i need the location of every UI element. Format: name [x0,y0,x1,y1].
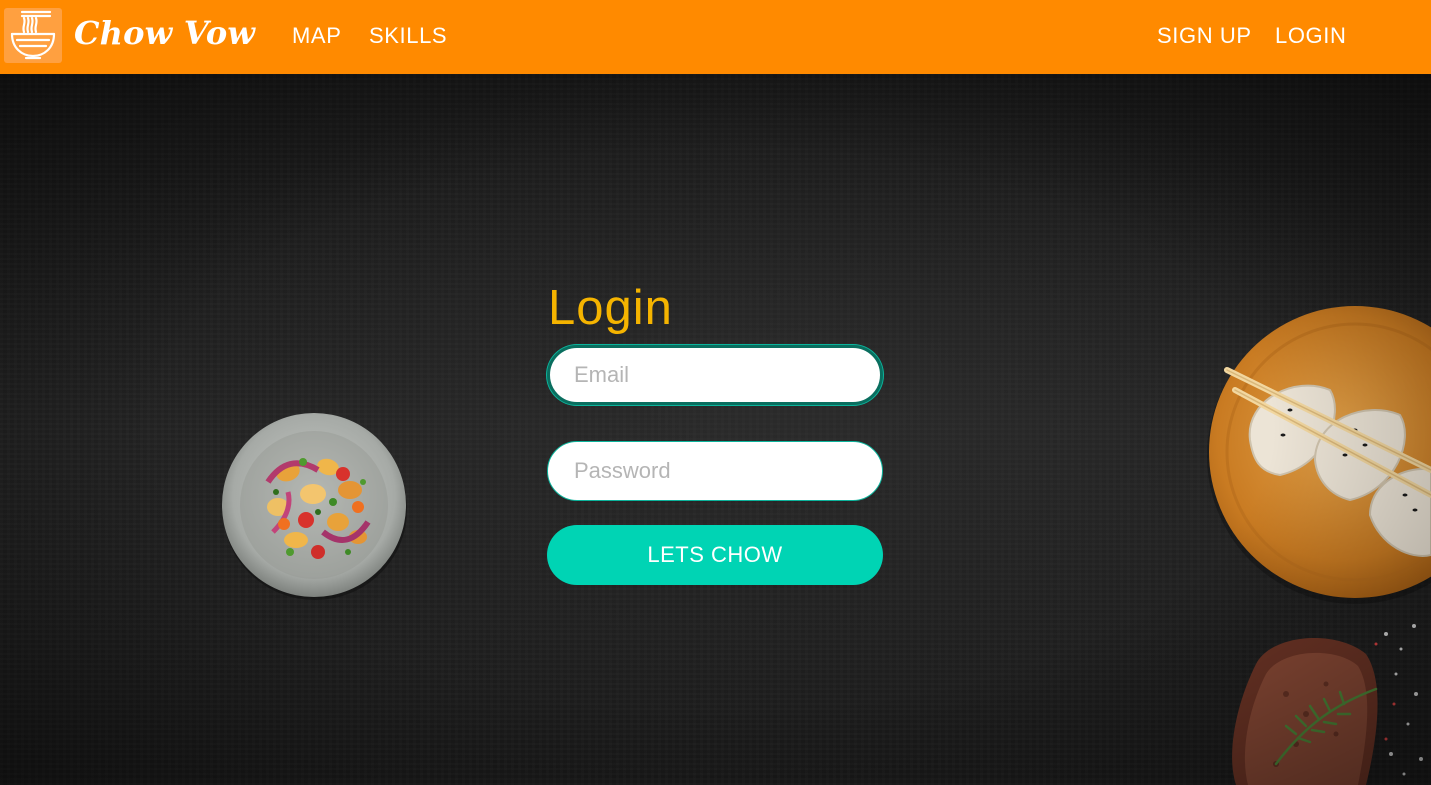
salad-bowl-image [222,413,407,600]
nav-link-login[interactable]: LOGIN [1275,23,1346,49]
nav-link-skills[interactable]: SKILLS [369,23,447,49]
brand-logo[interactable] [4,8,62,63]
noodle-bowl-icon [10,10,56,60]
steak-image [1232,624,1423,785]
nav-link-sign-up[interactable]: SIGN UP [1157,23,1252,49]
dumplings-plate-image [1207,306,1431,604]
login-title: Login [548,281,673,335]
email-field[interactable] [547,345,883,405]
password-field[interactable] [547,441,883,501]
brand-name[interactable]: Chow Vow [74,14,255,52]
hero-background [0,74,1431,785]
navbar: Chow Vow MAP SKILLS SIGN UP LOGIN [0,0,1431,74]
lets-chow-button[interactable]: LETS CHOW [547,525,883,585]
nav-link-map[interactable]: MAP [292,23,341,49]
